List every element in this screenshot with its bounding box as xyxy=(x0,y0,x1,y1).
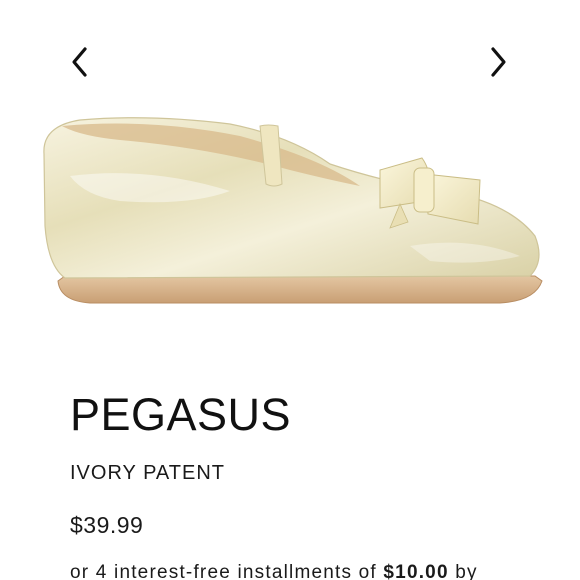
next-image-button[interactable] xyxy=(480,42,516,82)
installments-suffix: by xyxy=(455,562,478,580)
product-image xyxy=(43,117,543,304)
product-info: PEGASUS IVORY PATENT $39.99 or 4 interes… xyxy=(70,392,570,580)
installments-prefix: or 4 interest-free installments of xyxy=(70,562,377,580)
product-variant: IVORY PATENT xyxy=(70,462,225,484)
product-title: PEGASUS xyxy=(70,389,292,440)
previous-image-button[interactable] xyxy=(62,42,98,82)
product-image-carousel[interactable] xyxy=(0,0,580,350)
product-page: PEGASUS IVORY PATENT $39.99 or 4 interes… xyxy=(0,0,580,580)
installments-amount: $10.00 xyxy=(383,562,449,580)
chevron-right-icon xyxy=(491,47,506,77)
chevron-left-icon xyxy=(72,47,87,77)
installments-text: or 4 interest-free installments of $10.0… xyxy=(70,562,570,580)
product-price: $39.99 xyxy=(70,512,144,538)
